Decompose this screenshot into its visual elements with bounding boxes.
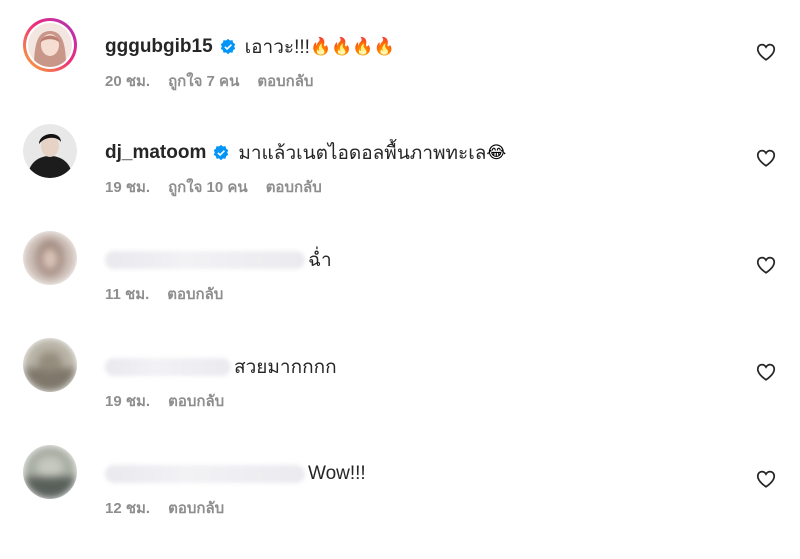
reply-button[interactable]: ตอบกลับ	[266, 175, 322, 199]
comment-username[interactable]: gggubgib15	[105, 36, 213, 58]
reply-button[interactable]: ตอบกลับ	[168, 389, 224, 413]
laughing-emoji-icon: 😂	[486, 143, 507, 162]
avatar[interactable]	[23, 124, 77, 178]
comment-time[interactable]: 20 ชม.	[105, 69, 150, 93]
avatar-image	[23, 445, 77, 499]
comment-item: Wow!!! 12 ชม. ตอบกลับ	[0, 437, 800, 543]
reply-button[interactable]: ตอบกลับ	[168, 496, 224, 520]
reply-button[interactable]: ตอบกลับ	[257, 69, 313, 93]
blurred-username[interactable]	[105, 358, 231, 376]
comment-item: gggubgib15 เอาวะ!!! 🔥🔥🔥🔥 20 ชม. ถูกใจ 7 …	[0, 10, 800, 116]
verified-badge-icon	[214, 144, 229, 161]
comment-text: Wow!!!	[308, 463, 366, 484]
avatar-image	[23, 124, 77, 178]
avatar[interactable]	[23, 445, 77, 499]
comment-time[interactable]: 19 ชม.	[105, 389, 150, 413]
comment-time[interactable]: 12 ชม.	[105, 496, 150, 520]
comment-likes-link[interactable]: ถูกใจ 7 คน	[168, 69, 239, 93]
like-heart-icon[interactable]	[755, 147, 777, 169]
reply-button[interactable]: ตอบกลับ	[167, 282, 223, 306]
comment-item: สวยมากกกก 19 ชม. ตอบกลับ	[0, 330, 800, 436]
comment-text: สวยมากกกก	[234, 357, 337, 378]
fire-emoji-icon: 🔥🔥🔥🔥	[309, 37, 395, 56]
avatar-image	[23, 338, 77, 392]
comment-time[interactable]: 11 ชม.	[105, 282, 149, 306]
comment-likes-link[interactable]: ถูกใจ 10 คน	[168, 175, 248, 199]
avatar-image	[28, 23, 72, 67]
verified-badge-icon	[220, 38, 235, 55]
avatar[interactable]	[23, 338, 77, 392]
comment-item: ฉ่ำ 11 ชม. ตอบกลับ	[0, 223, 800, 329]
blurred-username[interactable]	[105, 251, 305, 269]
comment-text: มาแล้วเนตไอดอลพื้นภาพทะเล	[238, 143, 487, 164]
comment-text: เอาวะ!!!	[244, 37, 310, 58]
like-heart-icon[interactable]	[755, 41, 777, 63]
comment-username[interactable]: dj_matoom	[105, 142, 206, 164]
comment-text: ฉ่ำ	[308, 250, 332, 271]
avatar[interactable]	[23, 18, 77, 72]
avatar-image	[23, 231, 77, 285]
blurred-username[interactable]	[105, 465, 305, 483]
like-heart-icon[interactable]	[755, 254, 777, 276]
avatar[interactable]	[23, 231, 77, 285]
comment-time[interactable]: 19 ชม.	[105, 175, 150, 199]
like-heart-icon[interactable]	[755, 468, 777, 490]
like-heart-icon[interactable]	[755, 361, 777, 383]
comment-item: dj_matoom มาแล้วเนตไอดอลพื้นภาพทะเล 😂 19…	[0, 116, 800, 222]
